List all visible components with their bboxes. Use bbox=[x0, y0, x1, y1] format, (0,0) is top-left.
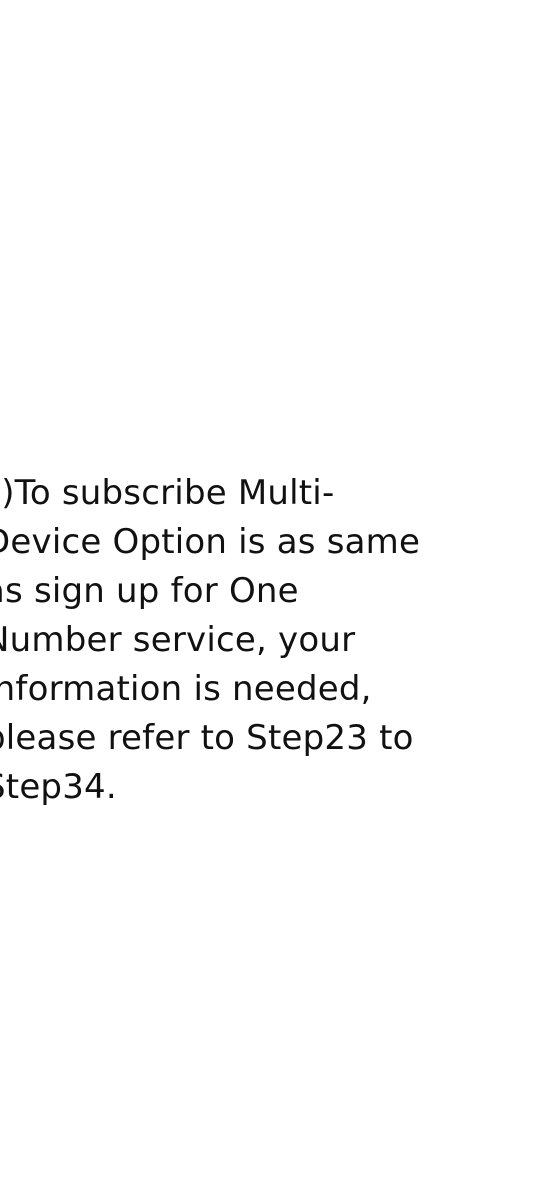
note-line-1: *)To subscribe Multi- bbox=[0, 473, 335, 513]
note-line-4: Number service, your bbox=[0, 620, 356, 660]
note-line-7: Step34. bbox=[0, 767, 117, 807]
note-line-5: information is needed, bbox=[0, 669, 372, 709]
multi-device-note: *)To subscribe Multi- Device Option is a… bbox=[0, 469, 544, 812]
note-line-3: as sign up for One bbox=[0, 571, 299, 611]
note-line-6: please refer to Step23 to bbox=[0, 718, 414, 758]
note-line-2: Device Option is as same bbox=[0, 522, 421, 562]
document-page: *)To subscribe Multi- Device Option is a… bbox=[0, 0, 559, 1181]
